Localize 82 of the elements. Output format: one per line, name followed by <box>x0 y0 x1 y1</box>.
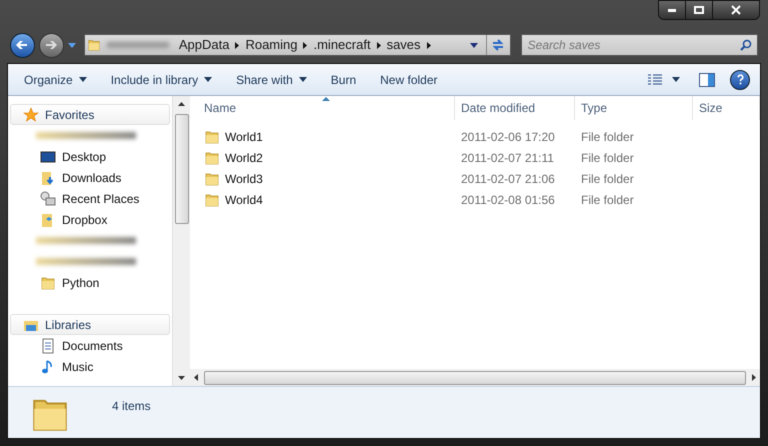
vertical-scrollbar[interactable] <box>173 96 190 386</box>
chevron-right-icon[interactable] <box>376 42 381 48</box>
chevron-right-icon[interactable] <box>426 42 431 48</box>
type-cell-text: File folder <box>580 128 635 146</box>
file-name[interactable]: World4 <box>225 190 263 208</box>
nav-section-header[interactable]: Libraries <box>10 314 170 335</box>
forward-button[interactable] <box>38 32 64 58</box>
left-arrow-icon <box>16 39 28 51</box>
caret-icon <box>78 77 87 82</box>
dropdown-arrow-icon[interactable] <box>470 42 478 48</box>
column-header[interactable]: Size <box>693 96 760 120</box>
blurred-path-segment <box>106 42 169 48</box>
file-name[interactable]: World1 <box>225 128 263 146</box>
toolbar-button[interactable]: Include in library <box>104 68 218 92</box>
close-button[interactable] <box>713 1 759 19</box>
breadcrumb-item[interactable]: Roaming <box>241 35 302 55</box>
star-icon <box>23 106 39 122</box>
chevron-right-icon[interactable] <box>303 42 308 48</box>
maximize-button[interactable] <box>686 1 713 19</box>
folder-icon <box>204 192 220 208</box>
date-modified-cell-text: 2011-02-06 17:20 <box>460 128 556 146</box>
right-arrow-icon <box>45 39 58 51</box>
nav-section-header[interactable]: Favorites <box>10 104 170 125</box>
nav-item[interactable]: Dropbox <box>8 209 172 230</box>
minimize-button[interactable] <box>659 1 686 19</box>
dropdown-arrow-icon[interactable] <box>68 42 76 48</box>
horizontal-scrollbar[interactable] <box>190 369 760 386</box>
refresh-arrows-icon <box>491 38 506 52</box>
folder-icon <box>40 274 56 290</box>
up-arrow-icon[interactable] <box>178 102 185 106</box>
file-name[interactable]: World2 <box>225 148 263 166</box>
details-list-icon <box>648 74 662 86</box>
nav-item[interactable]: Music <box>8 356 172 377</box>
type-cell-text: File folder <box>580 192 635 208</box>
scrollbar-thumb[interactable] <box>204 370 746 384</box>
column-header[interactable]: Type <box>575 96 693 120</box>
item-count: 4 items <box>112 398 151 415</box>
help-button[interactable] <box>730 70 750 90</box>
toolbar-button[interactable]: Share with <box>230 68 313 92</box>
caret-icon <box>204 77 212 82</box>
search-field[interactable]: Search saves <box>520 34 758 56</box>
toolbar-button[interactable]: New folder <box>374 68 444 92</box>
scrollbar-thumb[interactable] <box>174 114 188 224</box>
address-bar[interactable]: AppData Roaming .minecraft saves <box>84 34 511 56</box>
breadcrumb-item[interactable]: saves <box>382 35 425 55</box>
folder-icon <box>204 150 220 166</box>
type-cell-text: File folder <box>580 170 635 188</box>
folder-icon <box>204 170 220 186</box>
maximize-icon <box>694 6 704 14</box>
minimize-icon <box>668 8 676 12</box>
date-modified-cell-text: 2011-02-07 21:06 <box>460 170 556 188</box>
caret-icon <box>298 77 307 82</box>
chevron-right-icon[interactable] <box>235 42 240 48</box>
column-header[interactable]: Date modified <box>455 96 575 120</box>
toolbar-button[interactable]: Organize <box>18 68 93 92</box>
date-modified-cell-text: 2011-02-07 21:11 <box>460 150 555 166</box>
back-button[interactable] <box>10 32 35 58</box>
down-arrow-icon[interactable] <box>178 376 185 380</box>
download-folder-icon <box>40 170 56 186</box>
sort-arrow-icon <box>322 97 330 101</box>
nav-item[interactable]: Python <box>8 272 172 293</box>
date-modified-cell-text: 2011-02-08 01:56 <box>460 192 556 208</box>
toolbar-button[interactable]: Burn <box>324 68 362 92</box>
folder-icon <box>204 128 220 144</box>
file-name[interactable]: World3 <box>225 170 263 188</box>
document-icon <box>40 338 56 354</box>
monitor-icon <box>40 148 56 164</box>
nav-item[interactable]: Desktop <box>8 146 172 167</box>
left-arrow-icon[interactable] <box>194 374 198 381</box>
nav-item[interactable]: Downloads <box>8 167 172 188</box>
breadcrumb-item[interactable]: AppData <box>174 35 234 55</box>
nav-item[interactable]: Recent Places <box>8 188 172 209</box>
caret-icon <box>672 77 680 82</box>
search-icon <box>740 39 752 51</box>
nav-item[interactable]: Documents <box>8 335 172 356</box>
type-cell-text: File folder <box>580 150 635 166</box>
column-header[interactable]: Name <box>190 96 455 120</box>
right-arrow-icon[interactable] <box>752 374 756 381</box>
preview-pane-icon <box>699 72 715 86</box>
breadcrumb-item[interactable]: .minecraft <box>309 35 375 55</box>
question-mark-icon <box>736 74 744 85</box>
close-icon <box>731 5 741 15</box>
